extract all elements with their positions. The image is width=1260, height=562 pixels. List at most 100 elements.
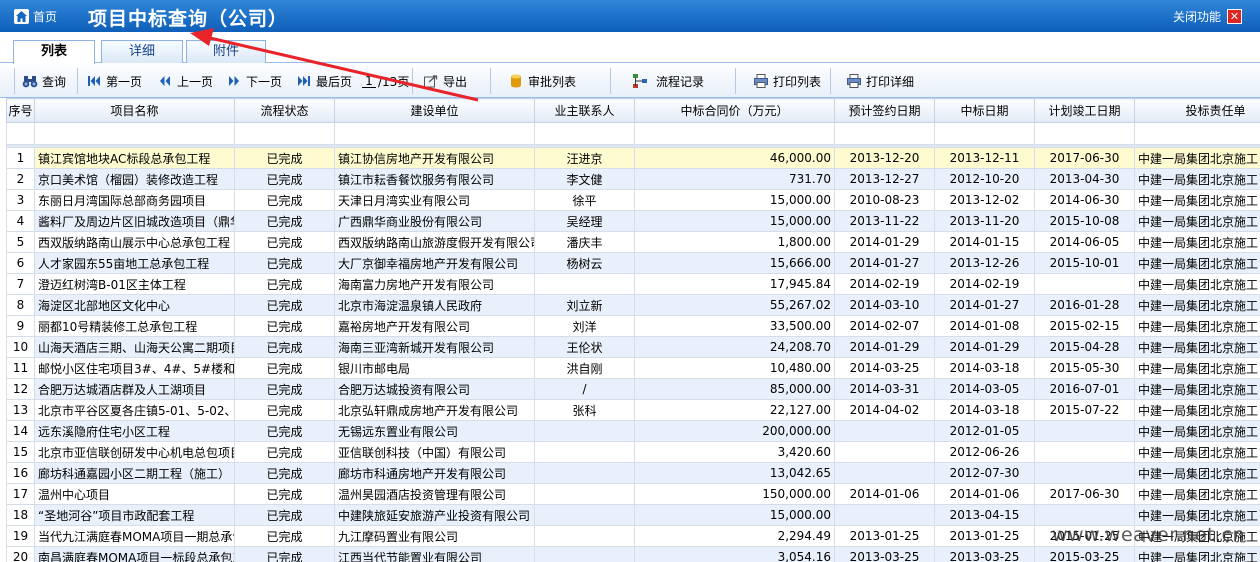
table-row[interactable]: 20南昌满庭春MOMA项目一标段总承包工程已完成江西当代节能置业有限公司 3,05…	[6, 546, 1260, 562]
table-row[interactable]: 5 西双版纳路南山展示中心总承包工程 已完成 西双版纳路南山旅游度假开发有限公司 潘庆丰…	[6, 231, 1260, 253]
tab-detail[interactable]: 详细	[101, 40, 183, 63]
query-button[interactable]: 查询	[22, 70, 66, 92]
expected-sign-date: 2013-01-25	[834, 525, 935, 547]
home-link[interactable]: 首页	[14, 8, 57, 24]
flow-status: 已完成	[234, 147, 335, 169]
results-grid: 序号 项目名称 流程状态 建设单位 业主联系人 中标合同价（万元） 预计签约日期…	[6, 98, 1260, 562]
contract-price: 17,945.84	[634, 273, 835, 295]
column-header[interactable]: 序号	[6, 98, 35, 123]
first-page-label: 第一页	[106, 74, 143, 89]
contract-price: 15,666.00	[634, 252, 835, 274]
column-header[interactable]: 流程状态	[234, 98, 335, 123]
expected-sign-date: 2014-03-10	[834, 294, 935, 316]
prev-page-button[interactable]: 上一页	[157, 70, 213, 92]
export-label: 导出	[443, 74, 468, 89]
tab-attachment[interactable]: 附件	[186, 40, 266, 63]
construction-unit: 温州昊园酒店投资管理有限公司	[334, 483, 535, 505]
last-page-button[interactable]: 最后页	[296, 70, 352, 92]
award-date: 2012-01-05	[934, 420, 1035, 442]
expected-sign-date: 2014-01-06	[834, 483, 935, 505]
flow-status: 已完成	[234, 546, 335, 562]
construction-unit: 亚信联创科技（中国）有限公司	[334, 441, 535, 463]
page-indicator: 1 /13页	[362, 70, 409, 92]
page-number-input[interactable]: 1	[362, 74, 376, 88]
planned-completion-date: 2016-01-28	[1034, 294, 1135, 316]
filter-cell[interactable]	[534, 122, 635, 145]
table-row[interactable]: 16 廊坊科通嘉园小区二期工程（施工） 已完成 廊坊市科通房地产开发有限公司 13,04…	[6, 462, 1260, 484]
prev-page-icon	[157, 73, 173, 89]
row-index: 12	[6, 378, 35, 400]
column-header[interactable]: 业主联系人	[534, 98, 635, 123]
export-button[interactable]: 导出	[423, 70, 467, 92]
table-row[interactable]: 7 澄迈红树湾B-01区主体工程 已完成 海南富力房地产开发有限公司 17,945.84…	[6, 273, 1260, 295]
close-icon[interactable]: ✕	[1227, 9, 1242, 24]
first-page-button[interactable]: 第一页	[86, 70, 142, 92]
construction-unit: 大厂京御幸福房地产开发有限公司	[334, 252, 535, 274]
print-detail-button[interactable]: 打印详细	[846, 70, 914, 92]
last-page-label: 最后页	[316, 74, 353, 89]
flow-status: 已完成	[234, 504, 335, 526]
table-row[interactable]: 18 “圣地河谷”项目市政配套工程 已完成 中建陕旅延安旅游产业投资有限公司（ 15,0…	[6, 504, 1260, 526]
owner-contact	[534, 546, 635, 562]
next-page-button[interactable]: 下一页	[226, 70, 282, 92]
toolbar-separator	[830, 68, 831, 94]
column-header[interactable]: 项目名称	[34, 98, 235, 123]
flow-status: 已完成	[234, 231, 335, 253]
table-row[interactable]: 15 北京市亚信联创研发中心机电总包项目 已完成 亚信联创科技（中国）有限公司 3,42…	[6, 441, 1260, 463]
construction-unit: 北京弘轩鼎成房地产开发有限公司	[334, 399, 535, 421]
table-row[interactable]: 8 海淀区北部地区文化中心 已完成 北京市海淀温泉镇人民政府 刘立新 55,267.02 2…	[6, 294, 1260, 316]
filter-cell[interactable]	[34, 122, 235, 145]
filter-cell[interactable]	[1134, 122, 1260, 145]
flowchart-icon	[632, 73, 648, 89]
page-total-label: /13页	[378, 74, 410, 89]
column-header[interactable]: 预计签约日期	[834, 98, 935, 123]
contract-price: 33,500.00	[634, 315, 835, 337]
contract-price: 10,480.00	[634, 357, 835, 379]
export-icon	[423, 73, 439, 89]
column-header[interactable]: 中标合同价（万元）	[634, 98, 835, 123]
table-row[interactable]: 3 东丽日月湾国际总部商务园项目 已完成 天津日月湾实业有限公司 徐平 15,000.00…	[6, 189, 1260, 211]
filter-cell[interactable]	[934, 122, 1035, 145]
close-function-button[interactable]: 关闭功能 ✕	[1173, 8, 1242, 25]
column-header[interactable]: 中标日期	[934, 98, 1035, 123]
table-row[interactable]: 12 合肥万达城酒店群及人工湖项目 已完成 合肥万达城投资有限公司/85,000.00…	[6, 378, 1260, 400]
print-list-button[interactable]: 打印列表	[753, 70, 821, 92]
table-row[interactable]: 2 京口美术馆（榴园）装修改造工程 已完成 镇江市耘香餐饮服务有限公司 李文健 731.7…	[6, 168, 1260, 190]
column-header[interactable]: 投标责任单	[1134, 98, 1260, 123]
project-name: 西双版纳路南山展示中心总承包工程	[34, 231, 235, 253]
first-page-icon	[86, 73, 102, 89]
planned-completion-date: 2015-05-30	[1034, 357, 1135, 379]
flow-status: 已完成	[234, 420, 335, 442]
filter-cell[interactable]	[834, 122, 935, 145]
header-row: 序号 项目名称 流程状态 建设单位 业主联系人 中标合同价（万元） 预计签约日期…	[6, 98, 1260, 123]
bid-responsible-unit: 中建一局集团北京施工	[1134, 231, 1260, 253]
flow-record-button[interactable]: 流程记录	[632, 70, 704, 92]
tab-list[interactable]: 列表	[13, 40, 95, 64]
table-row[interactable]: 13 北京市平谷区夏各庄镇5-01、5-02、5 已完成 北京弘轩鼎成房地产开发有限公…	[6, 399, 1260, 421]
column-header[interactable]: 建设单位	[334, 98, 535, 123]
filter-cell[interactable]	[1034, 122, 1135, 145]
project-name: 远东溪隐府住宅小区工程	[34, 420, 235, 442]
planned-completion-date	[1034, 441, 1135, 463]
table-row[interactable]: 17 温州中心项目 已完成 温州昊园酒店投资管理有限公司 150,000.00 2014-…	[6, 483, 1260, 505]
filter-cell[interactable]	[634, 122, 835, 145]
filter-cell[interactable]	[234, 122, 335, 145]
table-row[interactable]: 10 山海天酒店三期、山海天公寓二期项目 已完成 海南三亚湾新城开发有限公司 王伦状 24…	[6, 336, 1260, 358]
flow-status: 已完成	[234, 252, 335, 274]
table-row[interactable]: 11邮悦小区住宅项目3#、4#、5#楼和地下已完成银川市邮电局洪自刚10,480…	[6, 357, 1260, 379]
approval-list-button[interactable]: 审批列表	[508, 70, 576, 92]
bid-responsible-unit: 中建一局集团北京施工	[1134, 357, 1260, 379]
column-header[interactable]: 计划竣工日期	[1034, 98, 1135, 123]
table-row[interactable]: 6 人才家园东55亩地工总承包工程 已完成 大厂京御幸福房地产开发有限公司 杨树云 15,…	[6, 252, 1260, 274]
table-row[interactable]: 9 丽都10号精装修工总承包工程 已完成 嘉裕房地产开发有限公司 刘洋 33,500.00…	[6, 315, 1260, 337]
bid-responsible-unit: 中建一局集团北京施工	[1134, 189, 1260, 211]
filter-cell[interactable]	[334, 122, 535, 145]
table-row[interactable]: 4 酱料厂及周边片区旧城改造项目（鼎华 已完成 广西鼎华商业股份有限公司 吴经理 15,0…	[6, 210, 1260, 232]
table-row[interactable]: 1 镇江宾馆地块AC标段总承包工程 已完成 镇江协信房地产开发有限公司 汪进京 46,00…	[6, 147, 1260, 169]
flow-status: 已完成	[234, 378, 335, 400]
row-index: 6	[6, 252, 35, 274]
project-name: 南昌满庭春MOMA项目一标段总承包工程	[34, 546, 235, 562]
project-name: 山海天酒店三期、山海天公寓二期项目	[34, 336, 235, 358]
table-row[interactable]: 14 远东溪隐府住宅小区工程 已完成 无锡远东置业有限公司 200,000.00 2012…	[6, 420, 1260, 442]
contract-price: 46,000.00	[634, 147, 835, 169]
